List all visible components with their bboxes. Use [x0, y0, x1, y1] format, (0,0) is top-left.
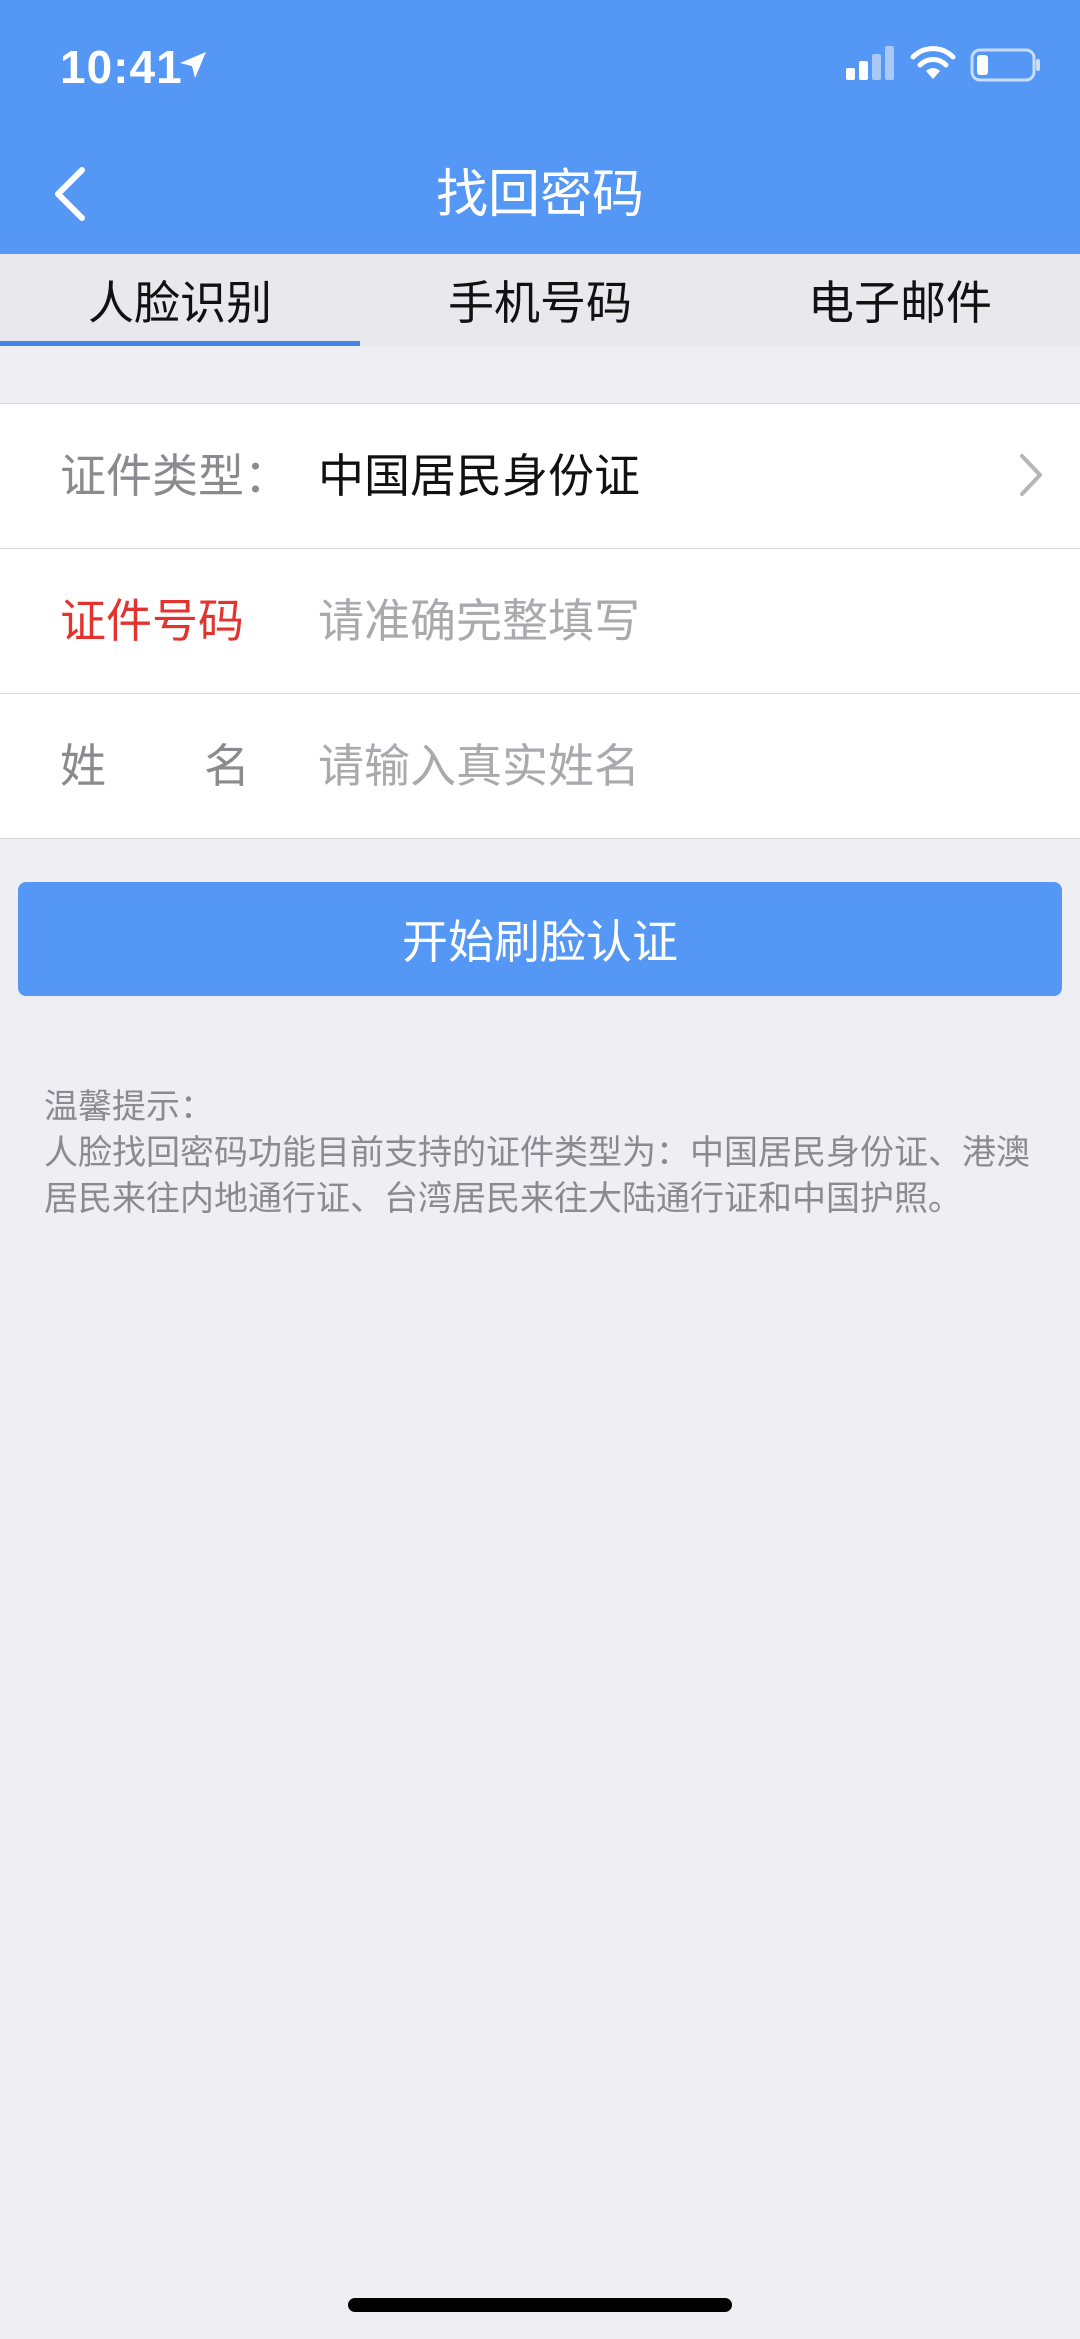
wifi-icon	[910, 46, 956, 79]
tips-body: 人脸找回密码功能目前支持的证件类型为：中国居民身份证、港澳居民来往内地通行证、台…	[44, 1133, 1030, 1219]
chevron-right-icon	[1020, 454, 1042, 496]
id-number-label: 证件号码	[60, 594, 244, 648]
status-time: 10:41	[60, 41, 183, 93]
identity-form: 证件类型： 中国居民身份证 证件号码 姓 名	[0, 403, 1080, 839]
tab-bar: 人脸识别 手机号码 电子邮件	[0, 254, 1080, 346]
page-title: 找回密码	[435, 165, 644, 225]
home-indicator	[348, 2298, 732, 2312]
name-input[interactable]	[318, 736, 1018, 796]
id-number-row: 证件号码	[0, 549, 1080, 694]
name-label-char: 姓	[60, 739, 106, 793]
tips-title: 温馨提示：	[44, 1087, 214, 1127]
header: 10:41 找回密码	[0, 0, 1080, 254]
name-label: 姓 名	[60, 694, 250, 838]
id-type-value: 中国居民身份证	[318, 449, 640, 503]
tab-label: 电子邮件	[808, 276, 992, 330]
start-face-auth-button[interactable]: 开始刷脸认证	[18, 882, 1062, 996]
nav-bar: 找回密码	[0, 132, 1080, 254]
tab-active-indicator	[0, 341, 360, 346]
id-type-row[interactable]: 证件类型： 中国居民身份证	[0, 404, 1080, 549]
tab-label: 手机号码	[448, 276, 632, 330]
id-type-label: 证件类型：	[60, 449, 290, 503]
tab-phone-number[interactable]: 手机号码	[360, 254, 720, 346]
status-bar: 10:41	[0, 0, 1080, 132]
tab-face-recognition[interactable]: 人脸识别	[0, 254, 360, 346]
id-number-input[interactable]	[318, 591, 1018, 651]
name-row: 姓 名	[0, 694, 1080, 838]
location-arrow-icon	[180, 52, 206, 78]
cellular-signal-icon	[846, 46, 894, 80]
battery-icon	[970, 48, 1040, 82]
name-label-char: 名	[204, 739, 250, 793]
tab-email[interactable]: 电子邮件	[720, 254, 1080, 346]
tab-label: 人脸识别	[88, 276, 272, 330]
tips: 温馨提示： 人脸找回密码功能目前支持的证件类型为：中国居民身份证、港澳居民来往内…	[44, 1084, 1044, 1222]
